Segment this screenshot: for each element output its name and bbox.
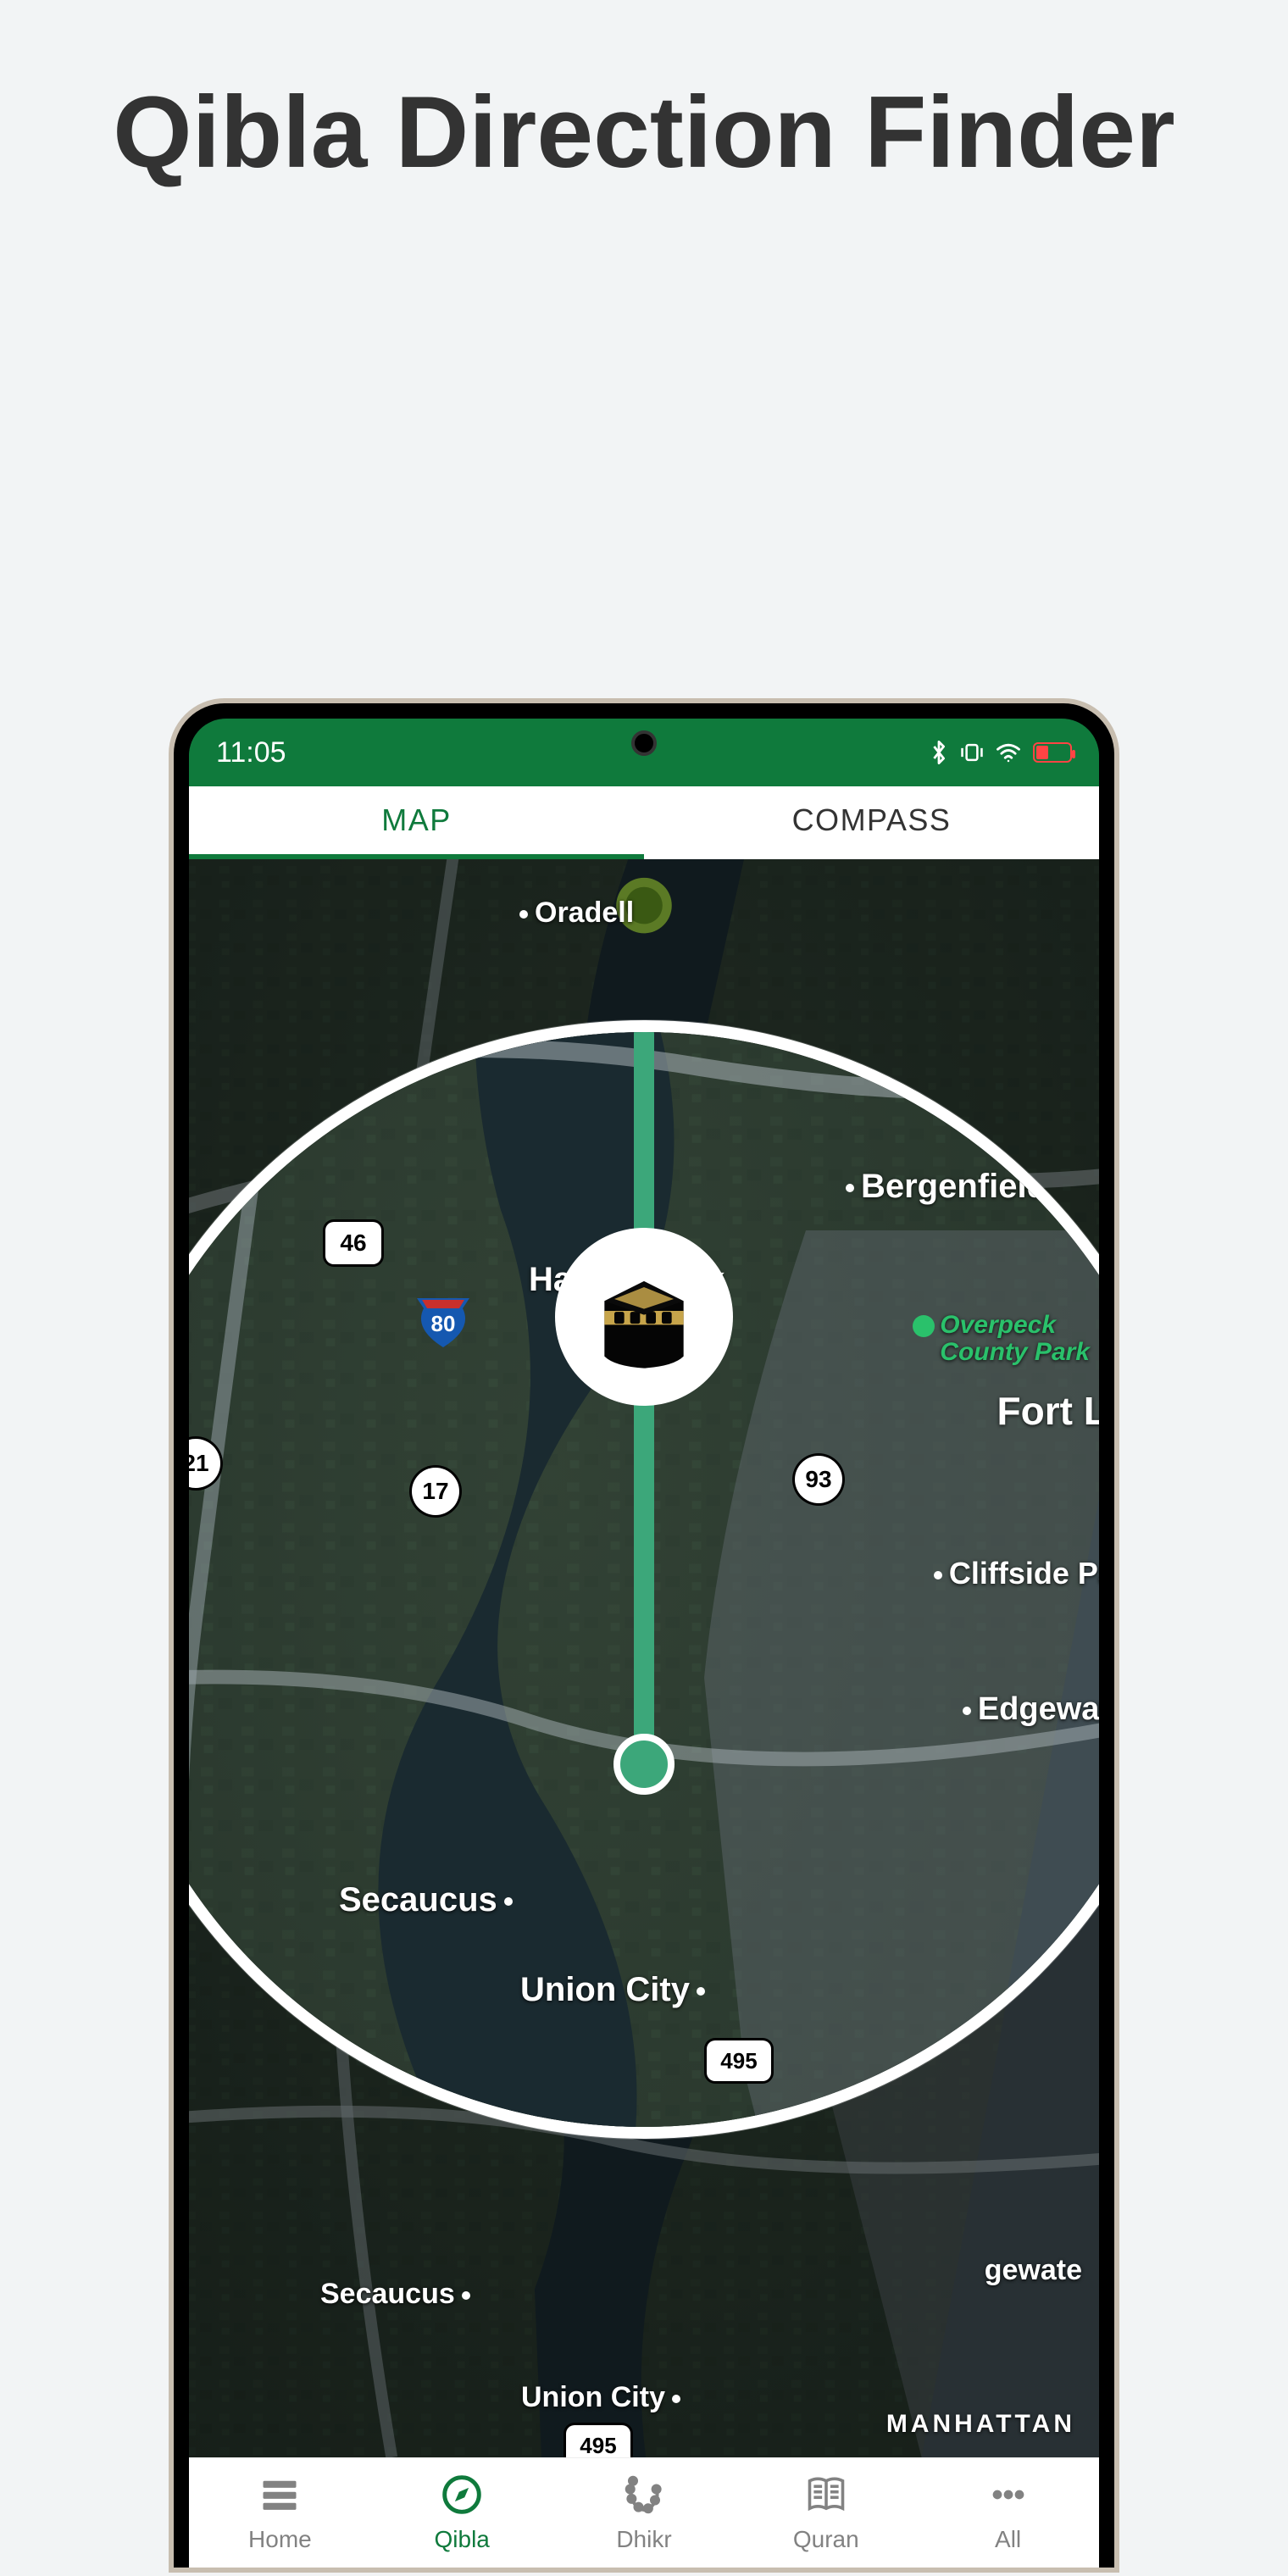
tab-map[interactable]: MAP bbox=[189, 786, 644, 859]
nav-dhikr[interactable]: Dhikr bbox=[553, 2458, 736, 2568]
map-label-overpeck: Overpeck County Park bbox=[913, 1312, 1090, 1365]
nav-qibla-label: Qibla bbox=[435, 2526, 490, 2553]
map-label-secaucus-a: Secaucus bbox=[339, 1881, 513, 1919]
route-495-a: 495 bbox=[707, 2040, 771, 2081]
tab-compass[interactable]: COMPASS bbox=[644, 786, 1099, 859]
book-icon bbox=[804, 2473, 848, 2523]
map-label-fortlee: Fort Lee bbox=[997, 1388, 1099, 1434]
qibla-tabs: MAP COMPASS bbox=[189, 786, 1099, 859]
nav-qibla[interactable]: Qibla bbox=[371, 2458, 553, 2568]
map-label-secaucus-b: Secaucus bbox=[320, 2278, 470, 2311]
nav-all-label: All bbox=[995, 2526, 1021, 2553]
route-46: 46 bbox=[325, 1222, 381, 1264]
nav-home-label: Home bbox=[248, 2526, 312, 2553]
route-93: 93 bbox=[795, 1456, 842, 1503]
nav-quran-label: Quran bbox=[793, 2526, 859, 2553]
map-label-manhattan: MANHATTAN bbox=[886, 2410, 1075, 2439]
hamburger-icon bbox=[258, 2473, 302, 2523]
nav-quran[interactable]: Quran bbox=[735, 2458, 917, 2568]
nav-dhikr-label: Dhikr bbox=[616, 2526, 671, 2553]
bottom-nav: Home Qibla Dhikr Quran bbox=[189, 2457, 1099, 2568]
route-17: 17 bbox=[412, 1468, 459, 1515]
tasbih-icon bbox=[622, 2473, 666, 2523]
wifi-icon bbox=[996, 742, 1021, 763]
status-icons bbox=[930, 741, 1072, 764]
map-label-oradell: Oradell bbox=[519, 897, 634, 930]
kaaba-icon bbox=[555, 1228, 733, 1406]
map-label-unioncity-b: Union City bbox=[521, 2381, 680, 2414]
camera-notch bbox=[631, 730, 657, 756]
qibla-map[interactable]: Oradell Secaucus Union City MANHATTAN ge… bbox=[189, 859, 1099, 2457]
map-label-bergenfield: Bergenfield bbox=[846, 1168, 1047, 1206]
map-label-edgewater: Edgewater bbox=[963, 1691, 1099, 1728]
phone-frame: 11:05 MAP COMPASS bbox=[174, 703, 1114, 2568]
nav-home[interactable]: Home bbox=[189, 2458, 371, 2568]
compass-ring: Bergenfield Hackensack Overpeck County P… bbox=[189, 1020, 1099, 2139]
status-bar: 11:05 bbox=[189, 719, 1099, 786]
qibla-direction-line bbox=[634, 1024, 654, 1790]
page-title: Qibla Direction Finder bbox=[0, 76, 1288, 188]
nav-all[interactable]: All bbox=[917, 2458, 1099, 2568]
battery-icon bbox=[1033, 742, 1072, 763]
more-icon bbox=[986, 2473, 1030, 2523]
clock: 11:05 bbox=[216, 736, 286, 769]
vibrate-icon bbox=[960, 741, 984, 763]
user-location-dot bbox=[613, 1734, 675, 1795]
route-495-b: 495 bbox=[566, 2425, 630, 2457]
bluetooth-icon bbox=[930, 741, 948, 764]
map-label-cliffside: Cliffside Park bbox=[934, 1556, 1099, 1591]
phone-screen: 11:05 MAP COMPASS bbox=[189, 719, 1099, 2568]
compass-icon bbox=[440, 2473, 484, 2523]
map-label-gewater-partial: gewate bbox=[985, 2254, 1082, 2287]
map-label-unioncity-a: Union City bbox=[520, 1971, 705, 2009]
interstate-80-icon: 80 bbox=[414, 1291, 473, 1351]
svg-text:80: 80 bbox=[431, 1311, 456, 1336]
